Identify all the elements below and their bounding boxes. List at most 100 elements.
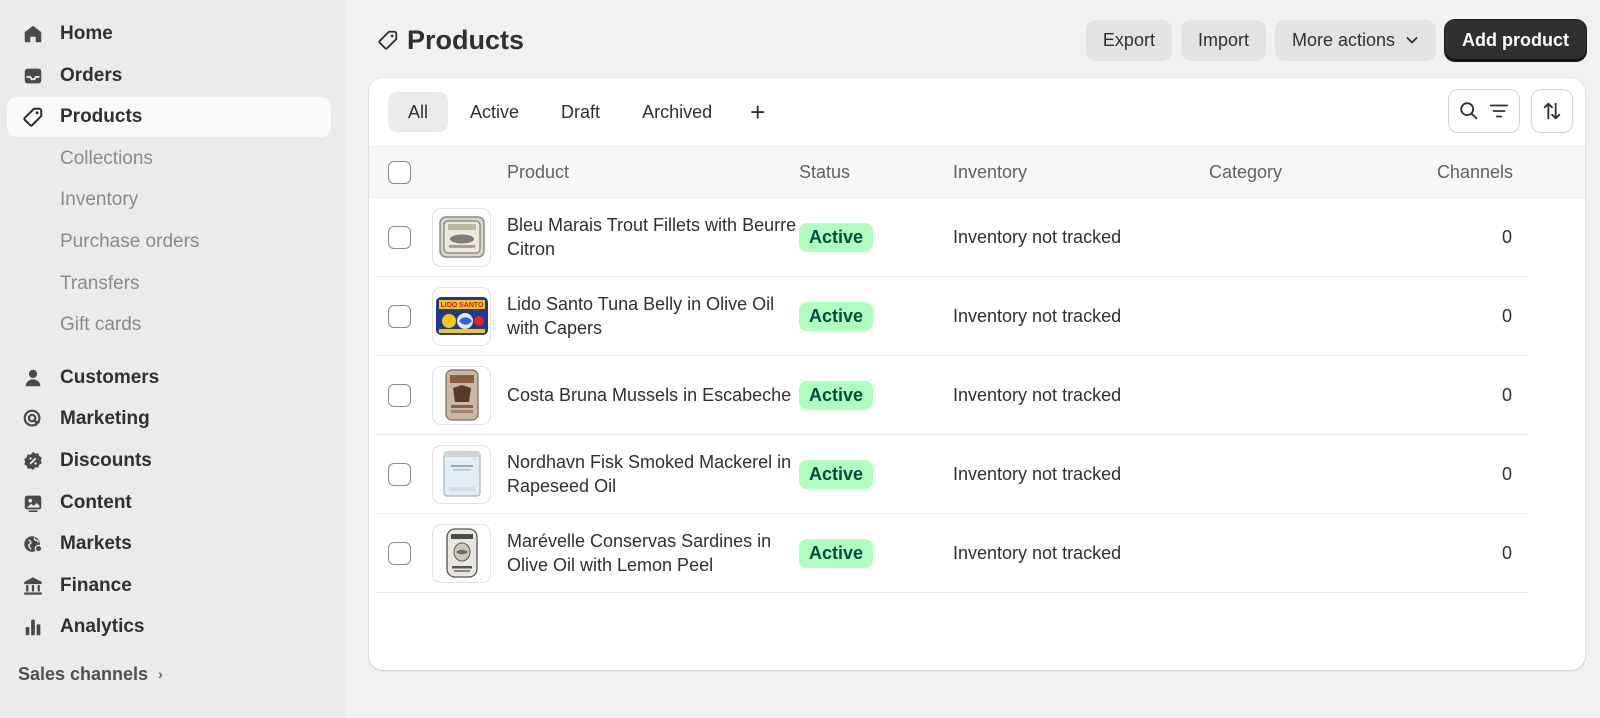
sidebar-item-customers[interactable]: Customers	[7, 358, 331, 398]
header-actions: Export Import More actions Add product	[1085, 19, 1586, 61]
sidebar-item-finance[interactable]: Finance	[7, 566, 331, 606]
column-header-status[interactable]: Status	[799, 147, 850, 197]
column-header-product[interactable]: Product	[507, 147, 569, 197]
sidebar-item-products[interactable]: Products	[7, 97, 331, 138]
image-icon	[21, 491, 45, 515]
add-view-icon[interactable]: +	[734, 92, 781, 132]
table-row[interactable]: LIDO SANTO Lido Santo Tuna Belly in Oliv…	[376, 277, 1528, 356]
status-badge: Active	[799, 538, 874, 568]
add-product-button[interactable]: Add product	[1445, 19, 1586, 61]
import-button[interactable]: Import	[1180, 19, 1266, 61]
table-row[interactable]: Bleu Marais Trout Fillets with Beurre Ci…	[376, 198, 1528, 277]
status-badge: Active	[799, 301, 874, 331]
sidebar-item-marketing[interactable]: Marketing	[7, 399, 331, 439]
sidebar-item-label: Orders	[60, 64, 123, 86]
more-actions-label: More actions	[1291, 29, 1396, 50]
tag-icon	[378, 30, 398, 50]
column-header-category[interactable]: Category	[1209, 147, 1282, 197]
svg-text:LIDO SANTO: LIDO SANTO	[440, 302, 484, 309]
sidebar-item-label: Analytics	[60, 616, 145, 638]
product-name-link[interactable]: Marévelle Conservas Sardines in Olive Oi…	[507, 529, 797, 577]
column-header-channels[interactable]: Channels	[1437, 147, 1513, 197]
status-badge: Active	[799, 380, 874, 410]
table-row[interactable]: Nordhavn Fisk Smoked Mackerel in Rapesee…	[376, 435, 1528, 514]
row-checkbox[interactable]	[388, 225, 411, 249]
status-badge: Active	[799, 222, 874, 252]
tab-active[interactable]: Active	[450, 92, 539, 132]
sidebar-item-label: Discounts	[60, 449, 152, 471]
bank-icon	[21, 574, 45, 598]
row-checkbox[interactable]	[388, 462, 411, 486]
table-row[interactable]: Marévelle Conservas Sardines in Olive Oi…	[376, 514, 1528, 593]
product-name-link[interactable]: Costa Bruna Mussels in Escabeche	[507, 383, 797, 407]
row-checkbox[interactable]	[388, 304, 411, 328]
sidebar: Home Orders Products Collections Invento…	[0, 0, 345, 718]
export-button[interactable]: Export	[1085, 19, 1172, 61]
sidebar-item-label: Customers	[60, 366, 160, 388]
sidebar-item-label: Marketing	[60, 408, 150, 430]
column-header-inventory[interactable]: Inventory	[953, 147, 1027, 197]
tab-all[interactable]: All	[388, 92, 449, 132]
product-name-link[interactable]: Bleu Marais Trout Fillets with Beurre Ci…	[507, 213, 797, 261]
sidebar-item-label: Markets	[60, 533, 132, 555]
row-checkbox[interactable]	[388, 383, 411, 407]
channels-cell: 0	[1501, 542, 1512, 563]
status-badge: Active	[799, 459, 874, 489]
inventory-cell: Inventory not tracked	[953, 463, 1122, 484]
inventory-cell: Inventory not tracked	[953, 542, 1122, 563]
products-table-card: All Active Draft Archived + Product Stat…	[369, 78, 1585, 670]
inventory-cell: Inventory not tracked	[953, 384, 1122, 405]
product-name-link[interactable]: Nordhavn Fisk Smoked Mackerel in Rapesee…	[507, 450, 797, 498]
table-header: Product Status Inventory Category Channe…	[369, 146, 1585, 198]
sidebar-subitem-inventory[interactable]: Inventory	[7, 180, 331, 220]
product-thumbnail	[432, 523, 491, 583]
globe-icon	[21, 532, 45, 556]
table-tools	[1449, 90, 1572, 132]
sort-icon	[1543, 102, 1561, 120]
home-icon	[21, 22, 45, 46]
tab-archived[interactable]: Archived	[622, 92, 732, 132]
product-name-link[interactable]: Lido Santo Tuna Belly in Olive Oil with …	[507, 292, 797, 340]
table-row[interactable]: Costa Bruna Mussels in Escabeche Active …	[376, 356, 1528, 435]
sidebar-item-label: Content	[60, 491, 132, 513]
product-thumbnail	[432, 365, 491, 425]
select-all-checkbox[interactable]	[388, 160, 411, 184]
inventory-cell: Inventory not tracked	[953, 305, 1122, 326]
search-icon	[1460, 102, 1478, 120]
sidebar-item-markets[interactable]: Markets	[7, 524, 331, 564]
sales-channels-label: Sales channels	[18, 663, 149, 684]
sidebar-item-analytics[interactable]: Analytics	[7, 607, 331, 647]
inbox-icon	[21, 64, 45, 88]
sort-button[interactable]	[1532, 90, 1572, 132]
main-content: Products Export Import More actions Add …	[345, 0, 1600, 718]
sidebar-item-home[interactable]: Home	[7, 14, 331, 54]
row-checkbox[interactable]	[388, 541, 411, 565]
channels-cell: 0	[1501, 305, 1512, 326]
sidebar-item-discounts[interactable]: Discounts	[7, 441, 331, 481]
sidebar-item-orders[interactable]: Orders	[7, 56, 331, 96]
sidebar-subitem-collections[interactable]: Collections	[7, 139, 331, 179]
sidebar-item-label: Products	[60, 106, 143, 128]
sidebar-subitem-gift-cards[interactable]: Gift cards	[7, 305, 331, 345]
page-title: Products	[377, 25, 524, 56]
chevron-right-icon: ›	[158, 666, 163, 683]
sidebar-item-content[interactable]: Content	[7, 483, 331, 523]
sidebar-item-label: Home	[60, 23, 113, 44]
tab-draft[interactable]: Draft	[541, 92, 620, 132]
search-filter-button[interactable]	[1449, 90, 1519, 132]
sidebar-subitem-purchase-orders[interactable]: Purchase orders	[7, 222, 331, 262]
channels-cell: 0	[1501, 384, 1512, 405]
page-title-text: Products	[407, 24, 525, 55]
product-thumbnail	[432, 444, 491, 504]
bar-chart-icon	[21, 615, 45, 639]
tag-icon	[21, 105, 45, 129]
sidebar-subitem-transfers[interactable]: Transfers	[7, 264, 331, 304]
sidebar-item-label: Finance	[60, 574, 132, 596]
target-icon	[21, 407, 45, 431]
more-actions-button[interactable]: More actions	[1274, 19, 1437, 61]
inventory-cell: Inventory not tracked	[953, 226, 1122, 247]
chevron-down-icon	[1406, 37, 1418, 44]
channels-cell: 0	[1501, 463, 1512, 484]
sales-channels-section[interactable]: Sales channels ›	[0, 659, 345, 689]
person-icon	[21, 366, 45, 390]
